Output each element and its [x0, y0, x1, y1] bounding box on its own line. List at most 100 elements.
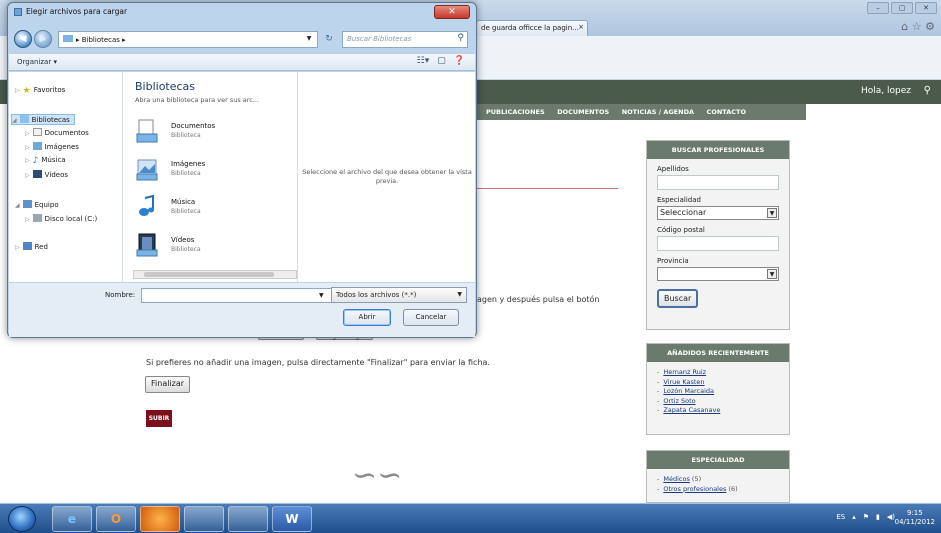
address-bar[interactable]: ▸ Bibliotecas ▸: [58, 31, 318, 48]
maximize-button[interactable]: ▢: [891, 2, 913, 14]
open-button[interactable]: Abrir: [343, 309, 391, 326]
help-icon[interactable]: ❓: [454, 56, 465, 66]
specialty-panel: ESPECIALIDAD - Médicos (5) - Otros profesi…: [646, 450, 790, 503]
apellidos-input[interactable]: [657, 175, 779, 190]
clock[interactable]: 9:15 04/11/2012: [895, 509, 935, 527]
chevron-down-icon[interactable]: ▼: [319, 292, 324, 299]
search-icon[interactable]: ⚲: [924, 85, 931, 96]
clock-time: 9:15: [906, 509, 923, 517]
filename-label: Nombre:: [105, 291, 136, 299]
chevron-down-icon: ▼: [457, 291, 462, 298]
language-indicator[interactable]: ES: [836, 513, 845, 521]
user-greeting[interactable]: Hola, lopez: [861, 86, 911, 96]
nav-red[interactable]: ▷ Red: [15, 242, 48, 251]
search-input[interactable]: Buscar Bibliotecas ⚲: [342, 31, 468, 48]
word-icon[interactable]: W: [272, 506, 312, 532]
network-icon: [22, 242, 32, 250]
videos-icon: [136, 233, 158, 257]
list-item[interactable]: - Médicos (5): [657, 475, 789, 485]
dialog-footer: Nombre: ▼ Todos los archivos (*.*) ▼ Abr…: [9, 283, 475, 337]
dialog-toolbar: Organizar ▾ ☷▾ ▢ ❓: [9, 53, 475, 71]
list-item[interactable]: - Hernanz Ruiz: [657, 368, 789, 378]
nav-imagenes[interactable]: ▷ Imágenes: [25, 142, 79, 151]
music-icon: [139, 194, 154, 216]
network-icon[interactable]: ▮: [876, 513, 880, 521]
chevron-down-icon[interactable]: ▼: [767, 208, 777, 218]
close-icon[interactable]: ×: [578, 23, 584, 31]
especialidad-select[interactable]: Seleccionar ▼: [657, 206, 779, 220]
browser-tab[interactable]: de guarda officce la pagin... ×: [476, 20, 588, 36]
back-icon[interactable]: ◀: [14, 30, 32, 48]
nav-favoritos[interactable]: ▷ ★ Favoritos: [15, 86, 65, 96]
library-pane: Bibliotecas Abra una biblioteca para ver…: [125, 72, 297, 282]
search-button[interactable]: Buscar: [657, 289, 699, 308]
menu-publicaciones[interactable]: PUBLICACIONES: [486, 108, 545, 116]
nav-musica[interactable]: ▷ ♪ Música: [25, 156, 66, 166]
view-options-icon[interactable]: ☷▾: [417, 56, 430, 66]
office-icon[interactable]: O: [96, 506, 136, 532]
minimize-button[interactable]: –: [867, 2, 889, 14]
flag-icon[interactable]: ⚑: [863, 513, 869, 521]
toolbar-actions: ☷▾ ▢ ❓: [417, 56, 465, 66]
dialog-content: ▷ ★ Favoritos ◢ Bibliotecas ▷ Documentos ▷ Im…: [9, 72, 475, 282]
codigo-postal-input[interactable]: [657, 236, 779, 251]
forward-icon[interactable]: ▶: [34, 30, 52, 48]
library-icon: [19, 115, 29, 123]
close-button[interactable]: ✕: [434, 5, 470, 19]
firefox-icon[interactable]: [140, 506, 180, 532]
chevron-down-icon[interactable]: ▼: [302, 31, 316, 48]
especialidad-label: Especialidad: [657, 196, 701, 204]
nav-documentos[interactable]: ▷ Documentos: [25, 128, 89, 137]
refresh-icon[interactable]: ↻: [320, 31, 338, 48]
dialog-title: Elegir archivos para cargar: [14, 7, 127, 16]
documents-icon: [32, 128, 42, 136]
media-player-icon[interactable]: [184, 506, 224, 532]
filetype-select[interactable]: Todos los archivos (*.*) ▼: [331, 287, 467, 303]
explorer-folder-icon[interactable]: [228, 506, 268, 532]
list-item[interactable]: - Virue Kasten: [657, 378, 789, 388]
library-item-type: Biblioteca: [171, 170, 201, 177]
nav-equipo[interactable]: ◢ Equipo: [15, 200, 59, 209]
menu-noticias[interactable]: NOTICIAS / AGENDA: [622, 108, 694, 116]
provincia-select[interactable]: ▼: [657, 267, 779, 281]
nav-disco-local[interactable]: ▷ Disco local (C:): [25, 214, 97, 223]
organize-button[interactable]: Organizar ▾: [17, 58, 57, 66]
panel-title: ESPECIALIDAD: [647, 451, 789, 469]
scrollbar-thumb[interactable]: [144, 272, 274, 277]
navigation-pane: ▷ ★ Favoritos ◢ Bibliotecas ▷ Documentos ▷ Im…: [9, 72, 123, 282]
music-icon: ♪: [32, 156, 39, 166]
specialty-list: - Médicos (5) - Otros profesionales (6): [647, 469, 789, 500]
library-item-type: Biblioteca: [171, 132, 201, 139]
scroll-top-button[interactable]: SUBIR: [146, 410, 172, 427]
list-item[interactable]: - Otros profesionales (6): [657, 485, 789, 495]
taskbar: e O W ES ▴ ⚑ ▮ ◀) 9:15 04/11/2012: [0, 503, 941, 533]
preview-message: Seleccione el archivo del que desea obte…: [302, 168, 472, 185]
tray-arrow-icon[interactable]: ▴: [852, 513, 856, 521]
site-menu: PUBLICACIONES DOCUMENTOS NOTICIAS / AGEN…: [476, 104, 806, 120]
start-button[interactable]: [8, 506, 36, 532]
browser-tab-title: de guarda officce la pagin...: [481, 24, 579, 32]
list-item[interactable]: - Lozón Marcaida: [657, 387, 789, 397]
filename-input[interactable]: [141, 288, 333, 303]
finish-button[interactable]: Finalizar: [145, 376, 191, 393]
search-icon[interactable]: ⚲: [457, 33, 464, 43]
library-item-name: Imágenes: [171, 160, 206, 168]
close-window-button[interactable]: ✕: [915, 2, 937, 14]
menu-documentos[interactable]: DOCUMENTOS: [557, 108, 609, 116]
nav-videos[interactable]: ▷ Vídeos: [25, 170, 68, 179]
cancel-button[interactable]: Cancelar: [403, 309, 459, 326]
internet-explorer-icon[interactable]: e: [52, 506, 92, 532]
list-item[interactable]: - Ortiz Soto: [657, 397, 789, 407]
filetype-value: Todos los archivos (*.*): [336, 291, 417, 299]
horizontal-scrollbar[interactable]: [133, 270, 297, 279]
preview-pane-icon[interactable]: ▢: [437, 56, 446, 66]
nav-bibliotecas[interactable]: ◢ Bibliotecas: [11, 114, 75, 125]
home-star-gear-icon[interactable]: ⌂ ☆ ⚙: [901, 20, 935, 33]
chevron-down-icon[interactable]: ▼: [767, 269, 777, 279]
system-tray: ES ▴ ⚑ ▮ ◀): [836, 513, 895, 521]
list-item[interactable]: - Zapata Casanave: [657, 406, 789, 416]
recent-list: - Hernanz Ruiz - Virue Kasten - Lozón Marca…: [647, 362, 789, 422]
especialidad-value: Seleccionar: [660, 208, 707, 217]
menu-contacto[interactable]: CONTACTO: [707, 108, 746, 116]
drive-icon: [32, 214, 42, 222]
